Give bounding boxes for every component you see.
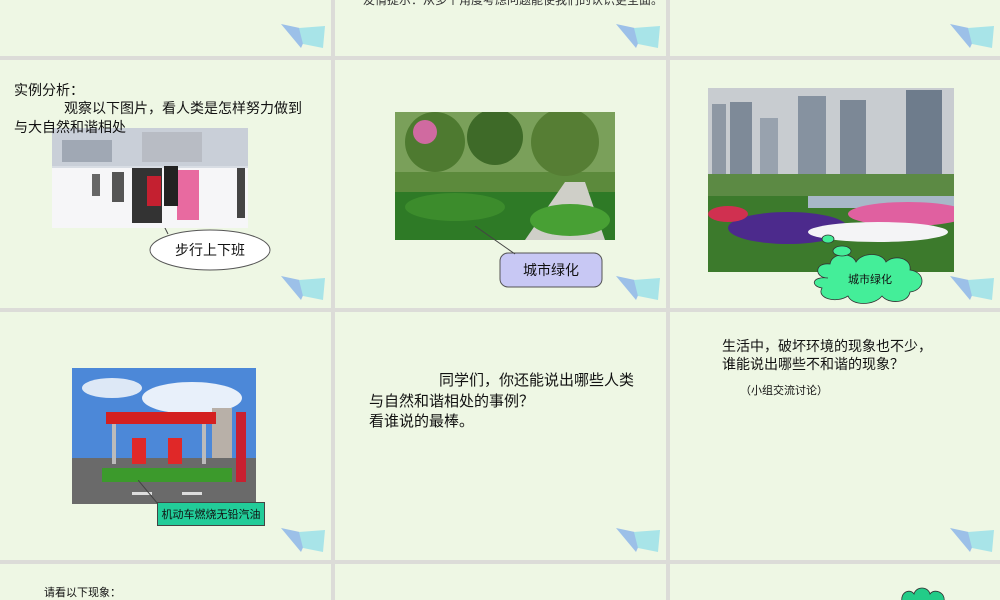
callout-pointer [475, 226, 516, 255]
callout-label: 城市绿化 [848, 273, 892, 286]
prompt-line-2: 谁能说出哪些不和谐的现象？ [722, 357, 904, 373]
slide-thumbnail-12[interactable] [670, 564, 1000, 600]
photo-commuters-walking [52, 128, 248, 228]
slide-thumbnail-8[interactable]: 同学们，你还能说出哪些人类 与自然和谐相处的事例？ 看谁说的最棒。 [335, 312, 666, 560]
corner-decoration-icon [950, 528, 994, 552]
corner-decoration-icon [281, 528, 325, 552]
slide-body-text: 观察以下图片，看人类是怎样努力做到与大自然和谐相处 [14, 101, 302, 136]
prompt-line-1: 生活中，破坏环境的现象也不少， [722, 339, 932, 355]
callout-unleaded-fuel: 机动车燃烧无铅汽油 [157, 502, 265, 526]
corner-decoration-icon [281, 276, 325, 300]
callout-label: 机动车燃烧无铅汽油 [161, 508, 261, 521]
callout-city-greening: 城市绿化 [499, 252, 603, 288]
corner-decoration-icon [950, 276, 994, 300]
question-line-3: 看谁说的最棒。 [369, 412, 475, 430]
slide-thumbnail-4[interactable]: 实例分析： 观察以下图片，看人类是怎样努力做到与大自然和谐相处 步行上下班 [0, 60, 331, 308]
callout-label: 步行上下班 [175, 243, 245, 259]
callout-city-greening-cloud: 城市绿化 [808, 252, 932, 306]
slide-sorter-grid: 友情提示：从多个角度考虑问题能使我们的认识更全面。 实例分析： 观察以下图片，看… [0, 0, 1000, 600]
photo-city-greenery-path [395, 112, 615, 240]
corner-decoration-icon [950, 24, 994, 48]
slide-thumbnail-11[interactable] [335, 564, 666, 600]
corner-decoration-icon [616, 528, 660, 552]
slide-thumbnail-6[interactable]: 城市绿化 [670, 60, 1000, 308]
slide-thumbnail-2[interactable]: 友情提示：从多个角度考虑问题能使我们的认识更全面。 [335, 0, 666, 56]
photo-gas-station [72, 368, 256, 504]
callout-walking-commute: 步行上下班 [148, 228, 272, 272]
slide-thumbnail-9[interactable]: 生活中，破坏环境的现象也不少， 谁能说出哪些不和谐的现象？ （小组交流讨论） [670, 312, 1000, 560]
slide-thumbnail-3[interactable] [670, 0, 1000, 56]
slide-thumbnail-1[interactable] [0, 0, 331, 56]
slide-intro-text: 请看以下现象： [44, 586, 121, 599]
slide-thumbnail-7[interactable]: 机动车燃烧无铅汽油 [0, 312, 331, 560]
slide-heading: 实例分析： [14, 83, 84, 99]
hint-text: 友情提示：从多个角度考虑问题能使我们的认识更全面。 [363, 0, 664, 7]
question-line-2: 与自然和谐相处的事例？ [369, 392, 535, 410]
green-cloud-shape [901, 587, 945, 600]
group-discussion-note: （小组交流讨论） [740, 384, 828, 397]
callout-label: 城市绿化 [523, 263, 579, 279]
slide-thumbnail-10[interactable]: 请看以下现象： [0, 564, 331, 600]
corner-decoration-icon [616, 276, 660, 300]
corner-decoration-icon [616, 24, 660, 48]
corner-decoration-icon [281, 24, 325, 48]
slide-thumbnail-5[interactable]: 城市绿化 [335, 60, 666, 308]
question-line-1: 同学们，你还能说出哪些人类 [439, 371, 635, 389]
cloud-bubbles [821, 234, 852, 257]
